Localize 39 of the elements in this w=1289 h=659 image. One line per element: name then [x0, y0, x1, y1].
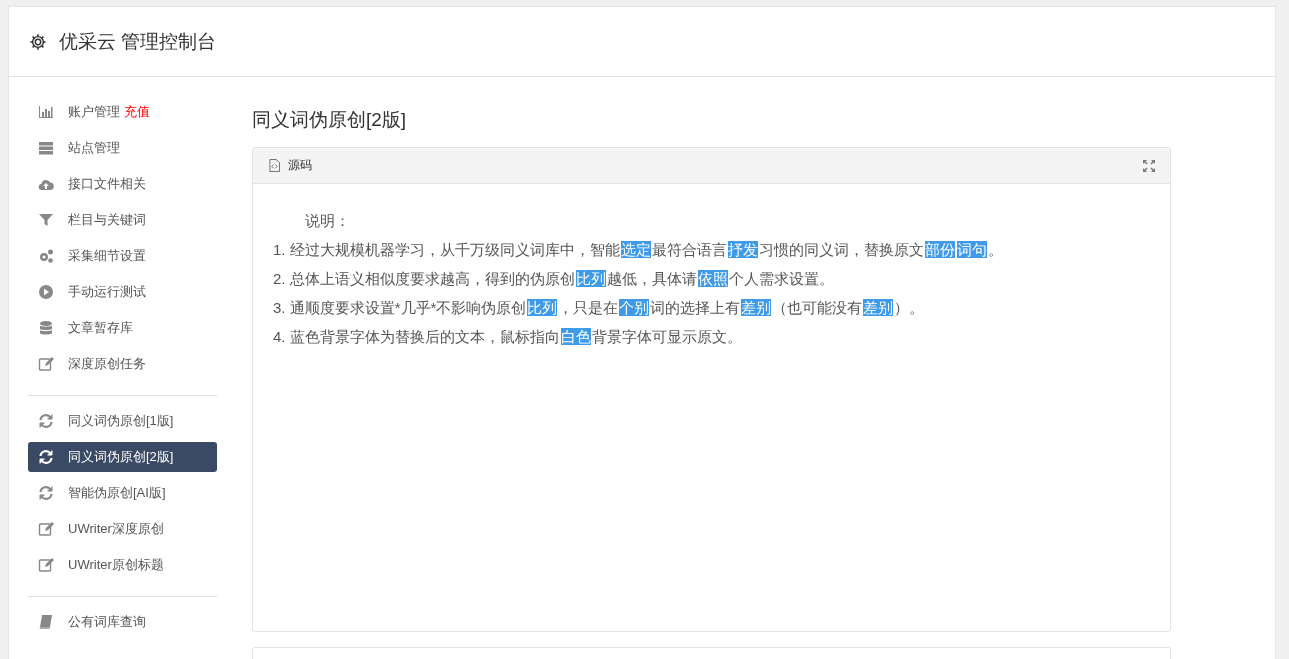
sidebar-item[interactable]: 采集细节设置: [28, 241, 217, 271]
filter-icon: [38, 212, 54, 228]
sidebar-item[interactable]: 智能伪原创[AI版]: [28, 478, 217, 508]
gears-icon: [38, 248, 54, 264]
card-title: 源码: [288, 157, 312, 174]
sidebar-item[interactable]: 账户管理 充值: [28, 97, 217, 127]
sidebar-item[interactable]: 文章暂存库: [28, 313, 217, 343]
book-icon: [38, 614, 54, 630]
play-icon: [38, 284, 54, 300]
refresh-icon: [38, 485, 54, 501]
instruction-line: 4. 蓝色背景字体为替换后的文本，鼠标指向 白色背景字体可显示原文。: [273, 327, 743, 347]
instruction-line: 2. 总体上语义相似度要求越高，得到的伪原创比列越低，具体请依照个人需求设置。: [273, 269, 835, 289]
instructions-heading: 说明：: [304, 211, 351, 231]
sidebar-item[interactable]: 公有词库查询: [28, 607, 217, 637]
sidebar-item[interactable]: 同义词伪原创[2版]: [28, 442, 217, 472]
sidebar-item[interactable]: 同义词伪原创[1版]: [28, 406, 217, 436]
sidebar-item[interactable]: 手动运行测试: [28, 277, 217, 307]
console-title: 优采云 管理控制台: [59, 29, 217, 54]
sidebar-item[interactable]: UWriter原创标题: [28, 550, 217, 580]
expand-icon[interactable]: [1142, 158, 1156, 173]
refresh-icon: [38, 449, 54, 465]
instruction-line: 1. 经过大规模机器学习，从千万级同义词库中，智能选定最符合语言抒发习惯的同义词，替换原文部份词句。: [273, 240, 1004, 260]
settings-icon: [29, 32, 47, 51]
page-heading: 同义词伪原创[2版]: [252, 108, 408, 132]
sidebar-item[interactable]: 栏目与关键词: [28, 205, 217, 235]
database-icon: [38, 320, 54, 336]
recharge-label[interactable]: 充值: [124, 103, 150, 121]
code-file-icon: [269, 159, 280, 172]
sidebar-item[interactable]: 接口文件相关: [28, 169, 217, 199]
instruction-line: 3. 通顺度要求设置*几乎*不影响伪原创比列，只是在个别词的选择上有差别（也可能没有差别）。: [273, 298, 926, 318]
edit-icon: [38, 356, 54, 372]
sidebar-item[interactable]: UWriter深度原创: [28, 514, 217, 544]
edit-icon: [38, 521, 54, 537]
sidebar-item[interactable]: 站点管理: [28, 133, 217, 163]
server-icon: [38, 140, 54, 156]
refresh-icon: [38, 413, 54, 429]
edit-icon: [38, 557, 54, 573]
bar-chart-icon: [38, 104, 54, 120]
sidebar-item[interactable]: 深度原创任务: [28, 349, 217, 379]
